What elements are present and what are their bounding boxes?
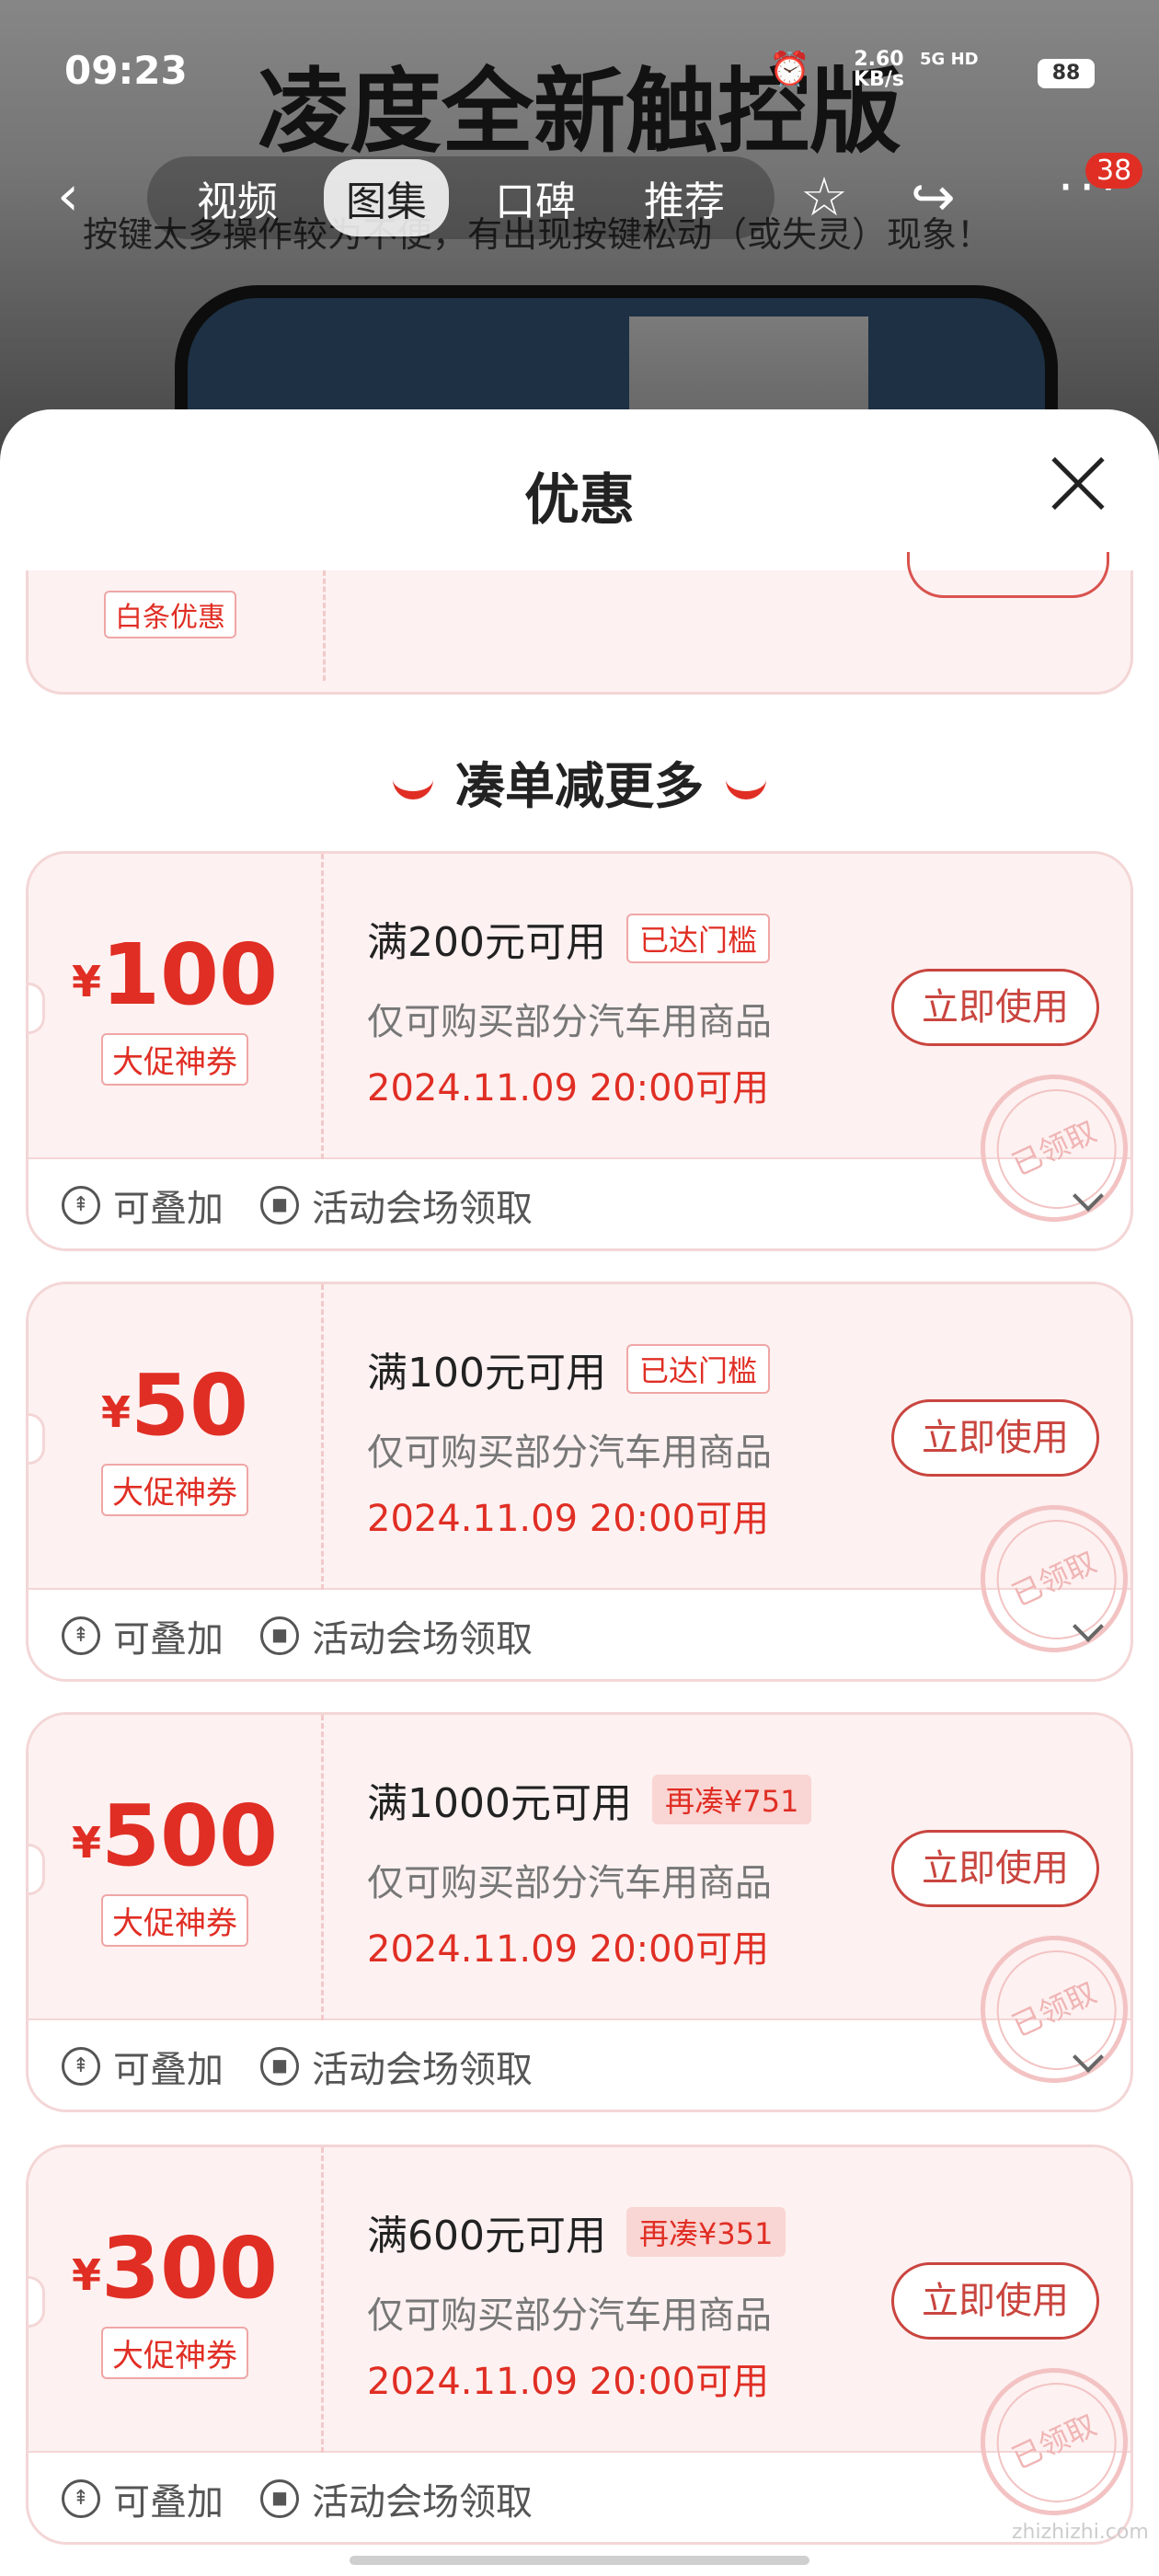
- coupon-divider: [321, 854, 324, 1159]
- use-now-button[interactable]: 立即使用: [891, 2262, 1099, 2340]
- source-label: 活动会场领取: [312, 1188, 533, 1230]
- source-label: 活动会场领取: [312, 1618, 533, 1661]
- ticket-icon: ◼: [260, 2479, 299, 2518]
- threshold-badge: 再凑¥751: [651, 1775, 812, 1824]
- source-label: 活动会场领取: [312, 2481, 533, 2524]
- use-now-button[interactable]: 立即使用: [891, 1830, 1099, 1907]
- share-icon[interactable]: ↪: [911, 166, 956, 228]
- coupon-card: ¥300 大促神券 满600元可用 再凑¥351 仅可购买部分汽车用商品 2024…: [26, 2145, 1133, 2545]
- coupon-type-tag: 大促神券: [101, 2327, 248, 2379]
- section-heading: 凑单减更多: [0, 745, 1159, 818]
- coupon-divider: [323, 570, 326, 681]
- coupon-type-tag: 大促神券: [101, 1033, 248, 1086]
- close-icon[interactable]: [1049, 454, 1107, 512]
- use-now-button[interactable]: 立即使用: [891, 1399, 1099, 1477]
- message-count-badge: 38: [1085, 153, 1143, 189]
- alarm-icon: ⏰: [769, 51, 810, 88]
- stack-icon: ⇞: [62, 2047, 100, 2086]
- coupon-divider: [321, 1715, 324, 2020]
- coupon-footer: ⇞ 可叠加 ◼ 活动会场领取: [29, 1159, 1130, 1248]
- decor-right-icon: [726, 779, 766, 800]
- coupon-valid-time: 2024.11.09 20:00可用: [367, 1928, 770, 1971]
- threshold-badge: 再凑¥351: [625, 2207, 786, 2257]
- battery-indicator: 88: [1038, 59, 1095, 88]
- stack-icon: ⇞: [62, 2479, 100, 2518]
- stackable-label: 可叠加: [113, 1188, 224, 1230]
- tab-reviews[interactable]: 口碑: [473, 159, 598, 236]
- chevron-down-icon[interactable]: [1073, 2041, 1104, 2073]
- home-indicator[interactable]: [350, 2556, 809, 2565]
- coupon-footer: ⇞ 可叠加 ◼ 活动会场领取: [29, 2020, 1130, 2110]
- tab-video[interactable]: 视频: [175, 159, 300, 236]
- favorite-star-icon[interactable]: ☆: [800, 166, 848, 228]
- chevron-down-icon[interactable]: [1073, 1611, 1104, 1642]
- coupon-amount: ¥50: [100, 1356, 249, 1455]
- coupon-condition: 满100元可用 已达门槛: [367, 1340, 770, 1398]
- coupon-type-tag: 白条优惠: [104, 591, 236, 638]
- tab-recommend[interactable]: 推荐: [622, 159, 747, 236]
- sheet-title: 优惠: [524, 468, 635, 533]
- coupon-scope: 仅可购买部分汽车用商品: [367, 2294, 772, 2337]
- tab-gallery[interactable]: 图集: [324, 159, 449, 236]
- coupon-valid-time: 2024.11.09 20:00可用: [367, 1498, 770, 1540]
- coupon-sheet: 优惠 白条优惠 凑单减更多 ¥100 大促神券 满200元可用 已达门槛 仅可购买…: [0, 409, 1159, 2576]
- top-navigation: ‹ 视频 图集 口碑 推荐 ☆ ↪ ··· 38: [0, 147, 1159, 248]
- coupon-condition: 满600元可用 再凑¥351: [367, 2202, 786, 2261]
- coupon-condition: 满200元可用 已达门槛: [367, 909, 770, 968]
- network-type: 5G HD: [920, 50, 979, 69]
- network-speed: 2.60 KB/s: [854, 48, 904, 91]
- coupon-action-button[interactable]: [907, 552, 1109, 598]
- ticket-icon: ◼: [260, 1186, 299, 1225]
- stackable-label: 可叠加: [113, 2049, 224, 2091]
- use-now-button[interactable]: 立即使用: [891, 969, 1099, 1046]
- media-tabs: 视频 图集 口碑 推荐: [147, 156, 775, 239]
- threshold-badge: 已达门槛: [625, 914, 770, 963]
- coupon-type-tag: 大促神券: [101, 1464, 248, 1516]
- back-arrow-icon[interactable]: ‹: [57, 164, 79, 228]
- coupon-condition: 满1000元可用 再凑¥751: [367, 1770, 812, 1829]
- coupon-type-tag: 大促神券: [101, 1894, 248, 1947]
- stack-icon: ⇞: [62, 1186, 100, 1225]
- stackable-label: 可叠加: [113, 1618, 224, 1661]
- coupon-scope: 仅可购买部分汽车用商品: [367, 1432, 772, 1474]
- coupon-amount: ¥300: [71, 2219, 279, 2317]
- decor-left-icon: [393, 779, 433, 800]
- previous-coupon-card: 白条优惠: [26, 552, 1133, 695]
- threshold-badge: 已达门槛: [625, 1344, 770, 1394]
- ticket-icon: ◼: [260, 2047, 299, 2086]
- coupon-valid-time: 2024.11.09 20:00可用: [367, 1067, 770, 1110]
- status-time: 09:23: [64, 48, 188, 93]
- coupon-amount: ¥100: [71, 926, 279, 1024]
- coupon-footer: ⇞ 可叠加 ◼ 活动会场领取: [29, 1590, 1130, 1679]
- stack-icon: ⇞: [62, 1616, 100, 1655]
- chevron-down-icon[interactable]: [1073, 1180, 1104, 1212]
- coupon-divider: [321, 2147, 324, 2453]
- coupon-scope: 仅可购买部分汽车用商品: [367, 1862, 772, 1904]
- source-label: 活动会场领取: [312, 2049, 533, 2091]
- ticket-icon: ◼: [260, 1616, 299, 1655]
- coupon-scope: 仅可购买部分汽车用商品: [367, 1001, 772, 1043]
- coupon-valid-time: 2024.11.09 20:00可用: [367, 2361, 770, 2403]
- coupon-card: ¥500 大促神券 满1000元可用 再凑¥751 仅可购买部分汽车用商品 202…: [26, 1712, 1133, 2112]
- stackable-label: 可叠加: [113, 2481, 224, 2524]
- coupon-divider: [321, 1284, 324, 1590]
- status-icons: ⏰: [769, 50, 810, 88]
- coupon-card: ¥50 大促神券 满100元可用 已达门槛 仅可购买部分汽车用商品 2024.11…: [26, 1282, 1133, 1682]
- coupon-card: ¥100 大促神券 满200元可用 已达门槛 仅可购买部分汽车用商品 2024.1…: [26, 851, 1133, 1251]
- coupon-amount: ¥500: [71, 1787, 279, 1885]
- watermark: zhizhizhi.com: [1012, 2521, 1149, 2544]
- coupon-footer: ⇞ 可叠加 ◼ 活动会场领取: [29, 2453, 1130, 2542]
- status-bar: 09:23 ⏰ 2.60 KB/s 5G HD 88: [0, 0, 1159, 138]
